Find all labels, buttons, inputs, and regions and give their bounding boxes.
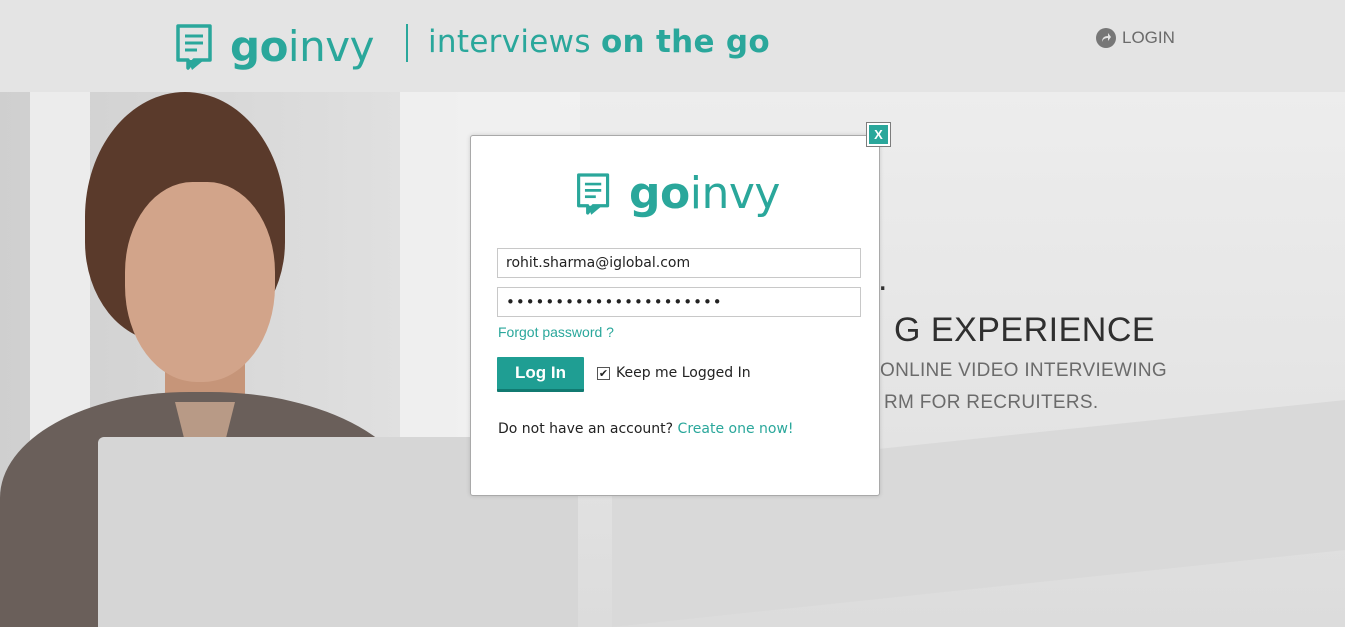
logo-icon: [577, 173, 610, 215]
keep-logged-in-checkbox[interactable]: ✔: [597, 366, 610, 380]
tagline-regular: interviews: [428, 24, 601, 60]
hero-headline: G EXPERIENCE: [894, 311, 1156, 349]
header-divider: [406, 24, 408, 62]
hero-subline-1: ONLINE VIDEO INTERVIEWING: [880, 360, 1167, 381]
create-account-link[interactable]: Create one now!: [678, 421, 794, 437]
email-field[interactable]: [497, 248, 861, 278]
signup-prompt-text: Do not have an account?: [498, 421, 678, 437]
brand-go: go: [629, 168, 690, 219]
arrow-login-icon: [1096, 28, 1116, 48]
keep-logged-in-label: Keep me Logged In: [616, 365, 751, 381]
person-face: [125, 182, 275, 382]
modal-logo: goinvy: [575, 170, 780, 218]
brand-invy: invy: [689, 168, 781, 219]
brand-wordmark: goinvy: [230, 24, 374, 70]
keep-logged-in[interactable]: ✔ Keep me Logged In: [597, 365, 751, 381]
login-modal: goinvy Forgot password ? Log In ✔ Keep m…: [470, 135, 880, 496]
header-login-link[interactable]: LOGIN: [1096, 28, 1175, 48]
hero-subline-2: RM FOR RECRUITERS.: [884, 392, 1099, 413]
signup-prompt: Do not have an account? Create one now!: [498, 421, 794, 437]
check-icon: ✔: [598, 366, 609, 380]
brand-invy: invy: [287, 22, 375, 71]
header-logo[interactable]: goinvy: [174, 22, 374, 72]
tagline: interviews on the go: [428, 24, 770, 60]
tagline-bold: on the go: [600, 24, 770, 60]
login-button[interactable]: Log In: [497, 357, 584, 392]
modal-brand-wordmark: goinvy: [629, 170, 780, 218]
header-login-label: LOGIN: [1122, 28, 1175, 47]
forgot-password-link[interactable]: Forgot password ?: [498, 324, 614, 340]
password-field[interactable]: [497, 287, 861, 317]
site-header: goinvy interviews on the go LOGIN: [0, 0, 1345, 92]
modal-close-button[interactable]: X: [866, 122, 891, 147]
brand-go: go: [230, 22, 288, 71]
logo-icon: [176, 24, 212, 70]
